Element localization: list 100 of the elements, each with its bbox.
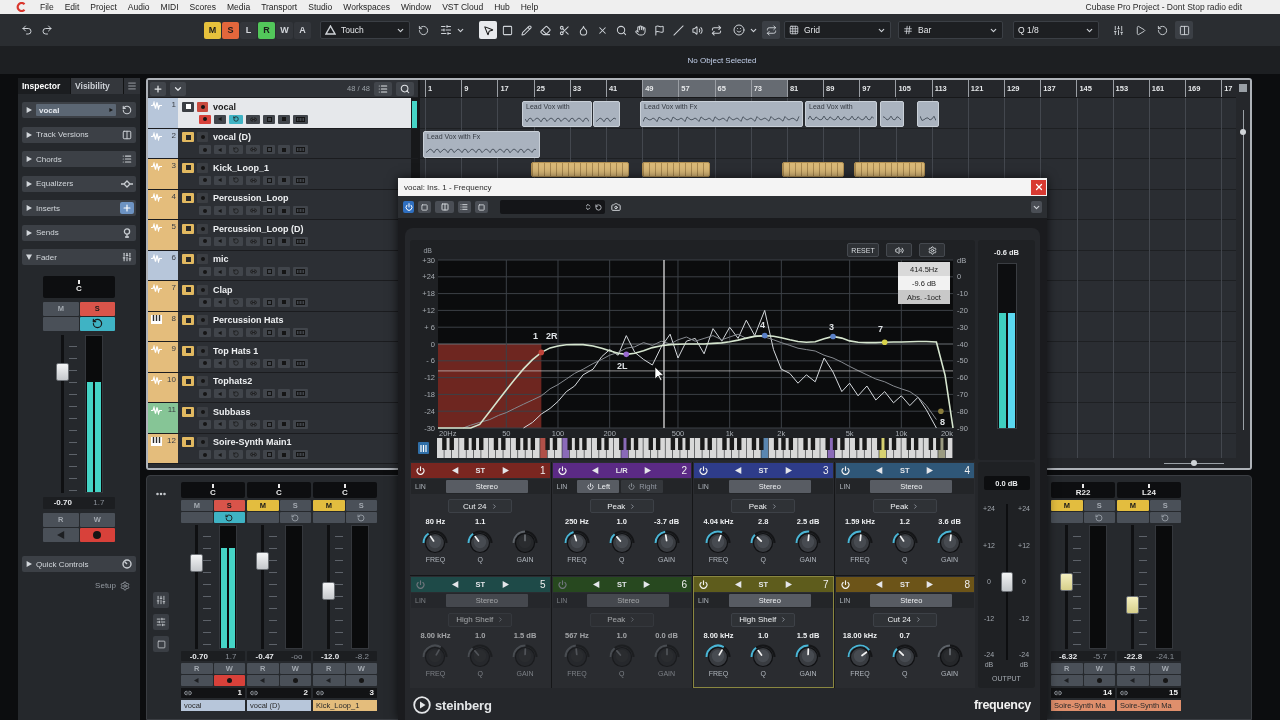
previous-button[interactable] <box>591 466 600 475</box>
filter-type-dropdown[interactable]: Peak <box>731 499 796 513</box>
tool-button[interactable] <box>479 21 497 39</box>
rotary-knob[interactable] <box>846 642 873 668</box>
quantize-dropdown[interactable]: Q 1/8 <box>1013 21 1099 39</box>
write-button[interactable] <box>278 114 290 124</box>
rotary-knob[interactable] <box>936 529 963 554</box>
menu-item[interactable]: VST Cloud <box>442 2 484 12</box>
track-name-field[interactable]: vocal <box>36 104 116 116</box>
fader-handle[interactable] <box>256 551 269 570</box>
rotary-knob[interactable] <box>891 529 918 554</box>
search-button[interactable] <box>396 81 414 96</box>
toggle-button[interactable]: S <box>222 21 239 39</box>
rotary-knob[interactable] <box>795 642 822 668</box>
inspector-section[interactable]: Sends <box>22 224 136 241</box>
edit-button[interactable] <box>182 284 194 295</box>
next-button[interactable] <box>501 466 510 475</box>
rotary-knob[interactable] <box>705 642 732 668</box>
edit-button[interactable] <box>182 315 194 326</box>
next-button[interactable] <box>925 466 934 475</box>
audio-clip[interactable] <box>917 101 939 127</box>
next-button[interactable] <box>643 466 652 475</box>
rotary-knob[interactable] <box>705 529 732 554</box>
toolbar-button[interactable] <box>1175 21 1193 39</box>
power-button[interactable] <box>403 201 415 213</box>
inspector-section[interactable]: Chords <box>22 151 136 167</box>
toolbar-button[interactable] <box>457 201 471 213</box>
rotary-knob[interactable] <box>467 529 494 554</box>
edit-button[interactable] <box>182 132 194 143</box>
edit-button[interactable] <box>182 376 194 387</box>
slider-thumb[interactable] <box>1240 128 1246 135</box>
next-button[interactable] <box>642 579 651 589</box>
loop-clip[interactable] <box>531 162 629 177</box>
record-button[interactable] <box>199 114 211 124</box>
mixer-tool-button[interactable] <box>153 614 169 630</box>
previous-button[interactable] <box>451 579 460 589</box>
filter-type-dropdown[interactable]: Cut 24 <box>872 612 937 627</box>
previous-button[interactable] <box>451 466 460 475</box>
band-power-button[interactable] <box>839 465 851 476</box>
band-power-button[interactable] <box>698 465 709 476</box>
keyboard-toggle-button[interactable] <box>418 442 429 454</box>
toolbar-button[interactable] <box>731 21 747 39</box>
automation-mode-dropdown[interactable]: Touch <box>320 21 410 39</box>
loop-clip[interactable] <box>782 162 844 177</box>
edit-button[interactable] <box>182 437 194 448</box>
menu-item[interactable]: Workspaces <box>343 2 390 12</box>
next-button[interactable] <box>501 579 510 589</box>
inspector-section[interactable]: Fader <box>22 249 136 265</box>
menu-item[interactable]: Scores <box>189 2 216 12</box>
next-button[interactable] <box>784 579 793 589</box>
toggle-button[interactable]: R <box>258 21 275 39</box>
menu-item[interactable]: Edit <box>64 2 80 12</box>
band-power-button[interactable] <box>698 578 709 590</box>
record-arm-button[interactable] <box>197 101 208 112</box>
menu-item[interactable]: Window <box>400 2 432 12</box>
rotary-knob[interactable] <box>608 529 635 554</box>
fader-handle[interactable] <box>322 582 335 601</box>
next-button[interactable] <box>925 579 934 589</box>
band-power-button[interactable] <box>415 465 426 476</box>
inspector-section[interactable]: vocal <box>22 102 136 118</box>
menu-item[interactable]: File <box>40 2 54 12</box>
previous-button[interactable] <box>734 579 743 589</box>
menu-item[interactable]: Studio <box>308 2 333 12</box>
read-button[interactable] <box>263 114 275 124</box>
toggle-button[interactable]: M <box>204 21 221 39</box>
audio-clip[interactable] <box>593 101 620 127</box>
edit-button[interactable] <box>182 101 194 112</box>
filter-type-dropdown[interactable]: Peak <box>872 499 937 513</box>
preset-field[interactable] <box>500 200 605 214</box>
previous-button[interactable] <box>875 466 884 475</box>
rotary-knob[interactable] <box>891 642 918 668</box>
filter-type-dropdown[interactable]: High Shelf <box>448 612 513 627</box>
edit-button[interactable] <box>182 345 194 356</box>
filter-type-dropdown[interactable]: High Shelf <box>731 612 796 627</box>
menu-item[interactable]: Hub <box>494 2 510 12</box>
edit-button[interactable] <box>182 162 194 173</box>
menu-item[interactable]: Audio <box>127 2 150 12</box>
rotary-knob[interactable] <box>750 642 777 668</box>
rotary-knob[interactable] <box>422 529 449 554</box>
close-button[interactable] <box>1031 179 1046 195</box>
filter-type-dropdown[interactable]: Cut 24 <box>448 499 513 513</box>
slider-thumb[interactable] <box>1191 460 1197 466</box>
toolbar-button[interactable] <box>435 201 454 213</box>
settings-button[interactable] <box>919 243 945 257</box>
next-button[interactable] <box>784 466 793 475</box>
snap-type-dropdown[interactable]: Grid <box>784 21 891 39</box>
menu-item[interactable]: Help <box>520 2 539 12</box>
panel-tab[interactable]: Inspector <box>18 78 71 94</box>
menu-item[interactable]: Project <box>90 2 117 12</box>
bar-dropdown[interactable]: Bar <box>898 21 1003 39</box>
fader-handle[interactable] <box>1000 572 1013 592</box>
inspector-section[interactable]: Inserts <box>22 200 136 216</box>
rotary-knob[interactable] <box>653 529 680 554</box>
fader-handle[interactable] <box>1126 596 1139 615</box>
band-power-button[interactable] <box>839 578 851 590</box>
menu-item[interactable]: Transport <box>261 2 298 12</box>
band-power-button[interactable] <box>556 465 568 476</box>
rotary-knob[interactable] <box>795 529 822 554</box>
rotary-knob[interactable] <box>846 529 873 554</box>
toolbar-button[interactable] <box>762 21 780 39</box>
